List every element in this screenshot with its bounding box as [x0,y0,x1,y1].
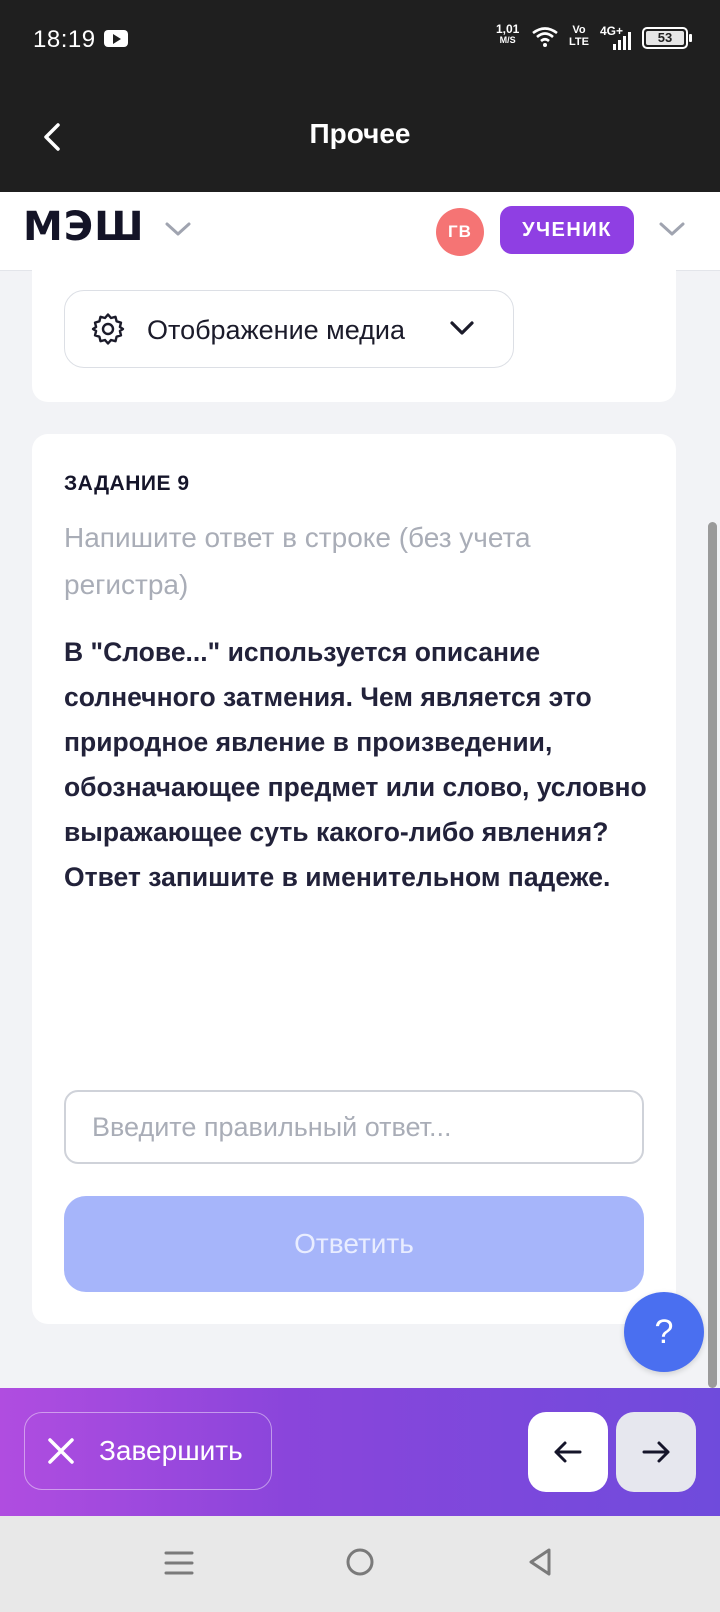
task-hint: Напишите ответ в строке (без учета регис… [64,522,531,600]
chevron-down-icon [450,321,474,335]
page-title: Прочее [309,118,411,149]
task-card: ЗАДАНИЕ 9 Напишите ответ в строке (без у… [32,434,676,1324]
submit-button[interactable]: Ответить [64,1196,644,1292]
next-task-button[interactable] [616,1412,696,1492]
bottom-action-bar: Завершить [0,1388,720,1516]
youtube-icon [104,30,128,47]
gear-icon [91,313,125,345]
home-icon[interactable] [345,1547,375,1577]
help-button[interactable]: ? [624,1292,704,1372]
media-card: Отображение медиа [32,270,676,402]
status-bar: 18:19 1,01 M/S Vo LTE 4G+ 53 [0,0,720,82]
menu-icon[interactable] [164,1548,194,1578]
volte-top: Vo [572,24,586,36]
finish-button[interactable]: Завершить [24,1412,272,1490]
signal-icon [613,32,631,50]
task-number: ЗАДАНИЕ 9 [64,472,190,495]
mesh-logo[interactable]: МЭШ [23,204,145,250]
network-speed-value: 1,01 [496,22,520,36]
battery-level: 53 [646,31,684,45]
media-display-dropdown[interactable]: Отображение медиа [64,290,514,368]
avatar[interactable]: ГВ [436,208,484,256]
app-header: Прочее [0,82,720,192]
status-time: 18:19 [33,26,96,53]
role-badge[interactable]: УЧЕНИК [500,206,634,254]
battery-icon: 53 [642,27,692,49]
mesh-bar: МЭШ ГВ УЧЕНИК [0,192,720,271]
arrow-left-icon [554,1441,582,1463]
volte-bottom: LTE [569,36,589,48]
arrow-right-icon [642,1441,670,1463]
chevron-down-icon[interactable] [164,220,192,238]
network-speed-unit: M/S [499,35,516,45]
system-navigation-bar [0,1516,720,1612]
scrollbar[interactable] [708,522,717,1388]
task-question: В "Слове..." используется описание солне… [64,637,647,892]
answer-input[interactable] [64,1090,644,1164]
back-icon[interactable] [525,1547,555,1577]
volte-indicator: Vo LTE [569,24,589,48]
chevron-down-icon[interactable] [658,220,686,238]
media-display-label: Отображение медиа [147,315,406,345]
previous-task-button[interactable] [528,1412,608,1492]
finish-label: Завершить [99,1435,243,1466]
close-icon [48,1438,74,1464]
wifi-icon [532,27,558,47]
network-speed: 1,01 M/S [496,22,520,46]
